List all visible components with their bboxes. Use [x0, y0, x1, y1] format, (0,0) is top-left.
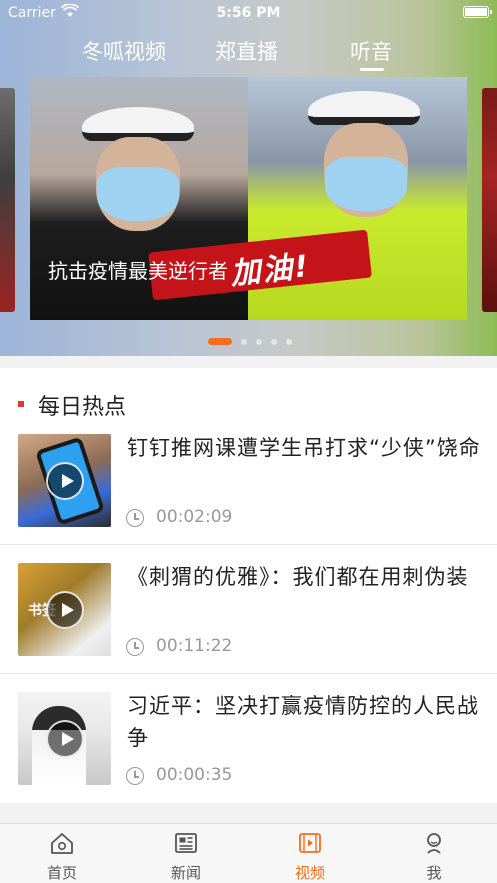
carousel-next-card[interactable] [482, 88, 497, 312]
news-title: 钉钉推网课遭学生吊打求“少侠”饶命 [127, 436, 481, 460]
news-thumbnail [18, 692, 111, 785]
tab-selected-indicator [360, 68, 384, 71]
top-tab-bar: 冬呱视频 郑直播 听音 [0, 36, 497, 76]
news-list-item[interactable]: 习近平：坚决打赢疫情防控的人民战争 00:00:35 [0, 674, 497, 803]
tab-home[interactable]: 首页 [0, 824, 124, 883]
profile-icon [427, 833, 441, 854]
video-icon [299, 833, 321, 853]
tab-dongguavideo[interactable]: 冬呱视频 [82, 36, 166, 66]
page-dot [286, 339, 292, 345]
news-list-item[interactable]: 钉钉推网课遭学生吊打求“少侠”饶命 00:02:09 [0, 416, 497, 545]
police-cap-right [308, 91, 420, 125]
page-dot [241, 339, 247, 345]
page-dot [271, 339, 277, 345]
status-time: 5:56 PM [216, 5, 281, 21]
tab-news[interactable]: 新闻 [124, 824, 248, 883]
play-icon[interactable] [46, 591, 84, 629]
police-cap-left [82, 107, 194, 141]
cheer-text: 加油! [228, 248, 312, 293]
news-title: 习近平：坚决打赢疫情防控的人民战争 [127, 694, 479, 750]
banner-carousel[interactable]: 加油! 抗击疫情最美逆行者 [30, 77, 467, 320]
play-icon[interactable] [46, 462, 84, 500]
section-marker [18, 401, 24, 407]
news-duration: 00:02:09 [156, 507, 233, 527]
page-dot-active [208, 338, 232, 345]
carousel-prev-card[interactable] [0, 88, 15, 312]
clock-icon [126, 509, 144, 527]
tab-label: 视频 [294, 864, 325, 882]
tab-listen[interactable]: 听音 [350, 36, 392, 66]
battery-icon [463, 6, 492, 18]
news-duration: 00:00:35 [156, 765, 233, 785]
news-thumbnail [18, 434, 111, 527]
page-dot [256, 339, 262, 345]
tab-zheng-live[interactable]: 郑直播 [215, 36, 278, 66]
news-icon [175, 833, 197, 853]
tab-label: 新闻 [170, 864, 201, 882]
news-thumbnail: 书签 [18, 563, 111, 656]
news-list-item[interactable]: 书签 《刺猬的优雅》：我们都在用刺伪装 00:11:22 [0, 545, 497, 674]
face-mask-right [325, 157, 407, 211]
status-bar: Carrier 5:56 PM [0, 0, 497, 26]
tab-profile[interactable]: 我 [372, 824, 496, 883]
home-icon [51, 833, 73, 854]
tab-label: 首页 [46, 864, 77, 882]
clock-icon [126, 767, 144, 785]
bottom-tab-bar: 首页 新闻 视频 我 [0, 823, 497, 883]
tab-label: 我 [426, 864, 442, 882]
section-divider [0, 356, 497, 368]
clock-icon [126, 638, 144, 656]
tab-video[interactable]: 视频 [248, 824, 372, 883]
face-mask-left [97, 167, 179, 221]
news-duration: 00:11:22 [156, 636, 233, 656]
banner-caption: 抗击疫情最美逆行者 [48, 259, 228, 283]
play-icon[interactable] [46, 720, 84, 758]
section-divider [0, 803, 497, 823]
news-title: 《刺猬的优雅》：我们都在用刺伪装 [127, 565, 469, 589]
